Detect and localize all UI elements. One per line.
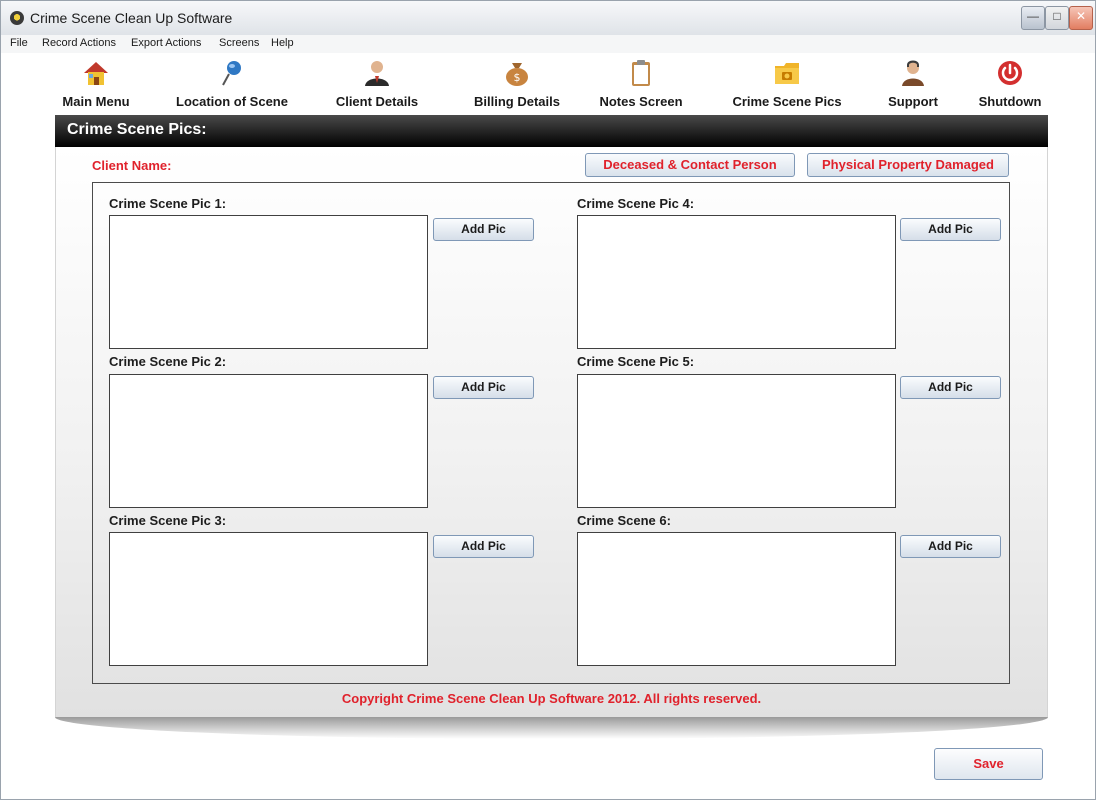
physical-property-button[interactable]: Physical Property Damaged — [807, 153, 1009, 177]
add-pic-4-button[interactable]: Add Pic — [900, 218, 1001, 241]
support-agent-icon — [902, 60, 924, 86]
menu-help[interactable]: Help — [271, 37, 294, 49]
house-icon — [84, 62, 108, 85]
toolbar-label: Location of Scene — [176, 94, 288, 109]
toolbar-label: Crime Scene Pics — [732, 94, 842, 109]
pic-4-box[interactable] — [577, 215, 896, 349]
minimize-icon: — — [1027, 9, 1039, 23]
svg-text:$: $ — [514, 71, 521, 84]
close-button[interactable]: ✕ — [1069, 6, 1093, 30]
toolbar-label: Billing Details — [474, 94, 560, 109]
add-pic-5-button[interactable]: Add Pic — [900, 376, 1001, 399]
close-icon: ✕ — [1075, 9, 1087, 23]
pic-6-box[interactable] — [577, 532, 896, 666]
toolbar-location-of-scene[interactable]: Location of Scene — [165, 59, 299, 113]
toolbar-shutdown[interactable]: Shutdown — [971, 59, 1049, 113]
pic-3-label: Crime Scene Pic 3: — [109, 513, 227, 528]
person-icon — [365, 61, 389, 86]
pic-6-label: Crime Scene 6: — [577, 513, 671, 528]
clipboard-icon — [632, 60, 650, 86]
toolbar-support[interactable]: Support — [877, 59, 949, 113]
toolbar-notes-screen[interactable]: Notes Screen — [591, 59, 691, 113]
pic-1-box[interactable] — [109, 215, 428, 349]
add-pic-6-button[interactable]: Add Pic — [900, 535, 1001, 558]
toolbar-label: Client Details — [335, 94, 419, 109]
pic-5-box[interactable] — [577, 374, 896, 508]
toolbar-main-menu[interactable]: Main Menu — [56, 59, 136, 113]
toolbar-label: Support — [888, 94, 938, 109]
toolbar-label: Notes Screen — [599, 94, 683, 109]
pic-3-box[interactable] — [109, 532, 428, 666]
panel-shadow — [55, 717, 1048, 739]
biohazard-icon — [10, 11, 24, 25]
toolbar-label: Main Menu — [62, 94, 130, 109]
toolbar-client-details[interactable]: Client Details — [325, 59, 429, 113]
client-name-label: Client Name: — [92, 158, 172, 173]
menu-record-actions[interactable]: Record Actions — [42, 37, 116, 49]
add-pic-1-button[interactable]: Add Pic — [433, 218, 534, 241]
save-button[interactable]: Save — [934, 748, 1043, 780]
menu-bar: File Record Actions Export Actions Scree… — [1, 35, 1095, 53]
pic-4-label: Crime Scene Pic 4: — [577, 196, 695, 211]
maximize-button[interactable]: □ — [1045, 6, 1069, 30]
pic-2-label: Crime Scene Pic 2: — [109, 354, 227, 369]
deceased-contact-button[interactable]: Deceased & Contact Person — [585, 153, 795, 177]
add-pic-2-button[interactable]: Add Pic — [433, 376, 534, 399]
toolbar-label: Shutdown — [978, 94, 1042, 109]
menu-screens[interactable]: Screens — [219, 37, 259, 49]
toolbar-crime-scene-pics[interactable]: Crime Scene Pics — [722, 59, 852, 113]
app-window: Crime Scene Clean Up Software — □ ✕ File… — [0, 0, 1096, 800]
pushpin-icon — [222, 61, 241, 86]
add-pic-3-button[interactable]: Add Pic — [433, 535, 534, 558]
pic-2-box[interactable] — [109, 374, 428, 508]
menu-file[interactable]: File — [10, 37, 28, 49]
minimize-button[interactable]: — — [1021, 6, 1045, 30]
copyright-text: Copyright Crime Scene Clean Up Software … — [341, 691, 762, 706]
pic-1-label: Crime Scene Pic 1: — [109, 196, 227, 211]
menu-export-actions[interactable]: Export Actions — [131, 37, 201, 49]
toolbar-billing-details[interactable]: $ Billing Details — [464, 59, 570, 113]
maximize-icon: □ — [1053, 9, 1061, 23]
title-bar[interactable]: Crime Scene Clean Up Software — □ ✕ — [1, 1, 1095, 36]
section-header: Crime Scene Pics: — [55, 115, 1048, 147]
power-icon — [998, 61, 1022, 85]
window-title: Crime Scene Clean Up Software — [30, 10, 233, 26]
pic-5-label: Crime Scene Pic 5: — [577, 354, 695, 369]
page-title: Crime Scene Pics: — [67, 121, 207, 138]
money-bag-icon: $ — [506, 63, 528, 86]
photo-folder-icon — [775, 63, 799, 84]
